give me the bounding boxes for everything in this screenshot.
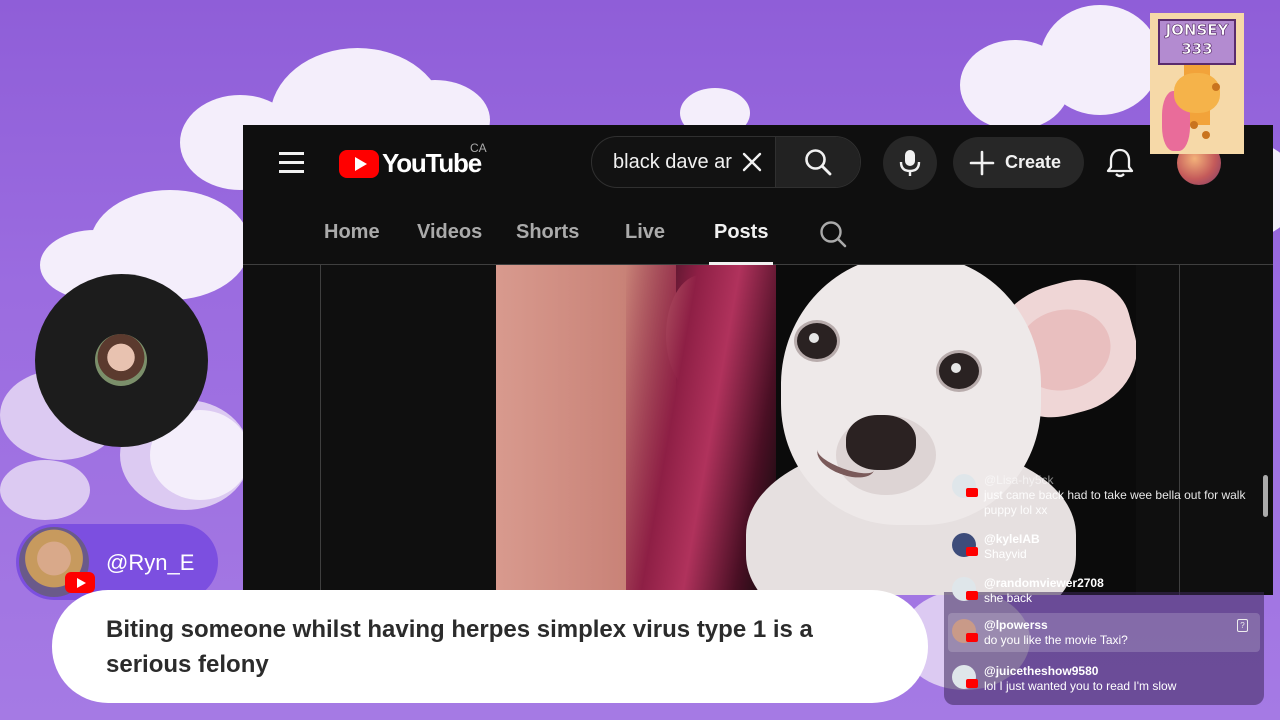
voice-search-button[interactable]	[883, 136, 937, 190]
mic-icon	[899, 150, 921, 176]
search-box[interactable]: black dave ar	[591, 136, 861, 188]
streamer-face	[95, 334, 147, 386]
channel-tabs: Home Videos Shorts Live Posts	[243, 201, 1273, 265]
bell-icon[interactable]	[1105, 147, 1135, 179]
message-text: Biting someone whilst having herpes simp…	[106, 616, 813, 678]
chat-username: @juicetheshow9580	[984, 664, 1099, 678]
chat-text: just came back had to take wee bella out…	[984, 488, 1246, 517]
username: @Ryn_E	[106, 550, 195, 575]
chat-message: @juicetheshow9580 lol I just wanted you …	[944, 659, 1264, 698]
chat-avatar	[952, 665, 978, 689]
search-icon	[805, 149, 832, 176]
chat-message-highlighted[interactable]: @lpowerss do you like the movie Taxi? ?	[948, 613, 1260, 652]
chat-message: @Lisa-hy5ck just came back had to take w…	[944, 468, 1264, 522]
webcam-circle	[35, 274, 208, 447]
chat-text: do you like the movie Taxi?	[984, 633, 1128, 647]
jonsey-line-2: 333	[1181, 40, 1213, 59]
youtube-header: YouTube CA black dave ar Create	[243, 125, 1273, 201]
chat-text: lol I just wanted you to read I'm slow	[984, 679, 1177, 693]
jonsey-line-1: JONSEY	[1165, 21, 1229, 40]
jonsey-logo: JONSEY 333	[1150, 13, 1244, 154]
report-icon[interactable]: ?	[1237, 619, 1248, 632]
tab-videos[interactable]: Videos	[417, 201, 482, 264]
chat-avatar	[952, 619, 978, 643]
chat-text: Shayvid	[984, 547, 1027, 561]
chat-message: @randomviewer2708 she back	[944, 571, 1264, 610]
youtube-logo[interactable]: YouTube	[339, 148, 482, 179]
menu-icon[interactable]	[279, 152, 304, 174]
tab-posts[interactable]: Posts	[708, 201, 774, 265]
youtube-play-icon	[339, 149, 379, 178]
name-tag: @Ryn_E	[16, 524, 218, 600]
tab-live[interactable]: Live	[625, 201, 665, 264]
chat-username: @lpowerss	[984, 618, 1048, 632]
chat-username: @kyleIAB	[984, 532, 1040, 546]
chat-text: she back	[984, 591, 1033, 605]
channel-search-icon[interactable]	[818, 219, 848, 249]
tab-home[interactable]: Home	[324, 201, 380, 264]
chat-username: @Lisa-hy5ck	[984, 473, 1054, 487]
region-label: CA	[470, 141, 487, 155]
clear-icon[interactable]	[741, 151, 763, 173]
message-bubble: Biting someone whilst having herpes simp…	[52, 590, 928, 703]
plus-icon	[969, 150, 995, 175]
chat-username: @randomviewer2708	[984, 576, 1104, 590]
youtube-logo-text: YouTube	[382, 148, 482, 178]
live-chat: @Lisa-hy5ck just came back had to take w…	[944, 462, 1264, 705]
chat-avatar	[952, 577, 978, 601]
tab-shorts[interactable]: Shorts	[516, 201, 579, 264]
jonsey-sign: JONSEY 333	[1158, 19, 1236, 65]
search-button[interactable]	[775, 137, 860, 187]
youtube-badge-icon	[65, 572, 95, 593]
chat-avatar	[952, 533, 978, 557]
chat-avatar	[952, 474, 978, 498]
create-label: Create	[1005, 152, 1062, 172]
chat-message: @kyleIAB Shayvid	[944, 527, 1264, 566]
search-input[interactable]: black dave ar	[613, 137, 739, 187]
create-button[interactable]: Create	[953, 137, 1084, 188]
